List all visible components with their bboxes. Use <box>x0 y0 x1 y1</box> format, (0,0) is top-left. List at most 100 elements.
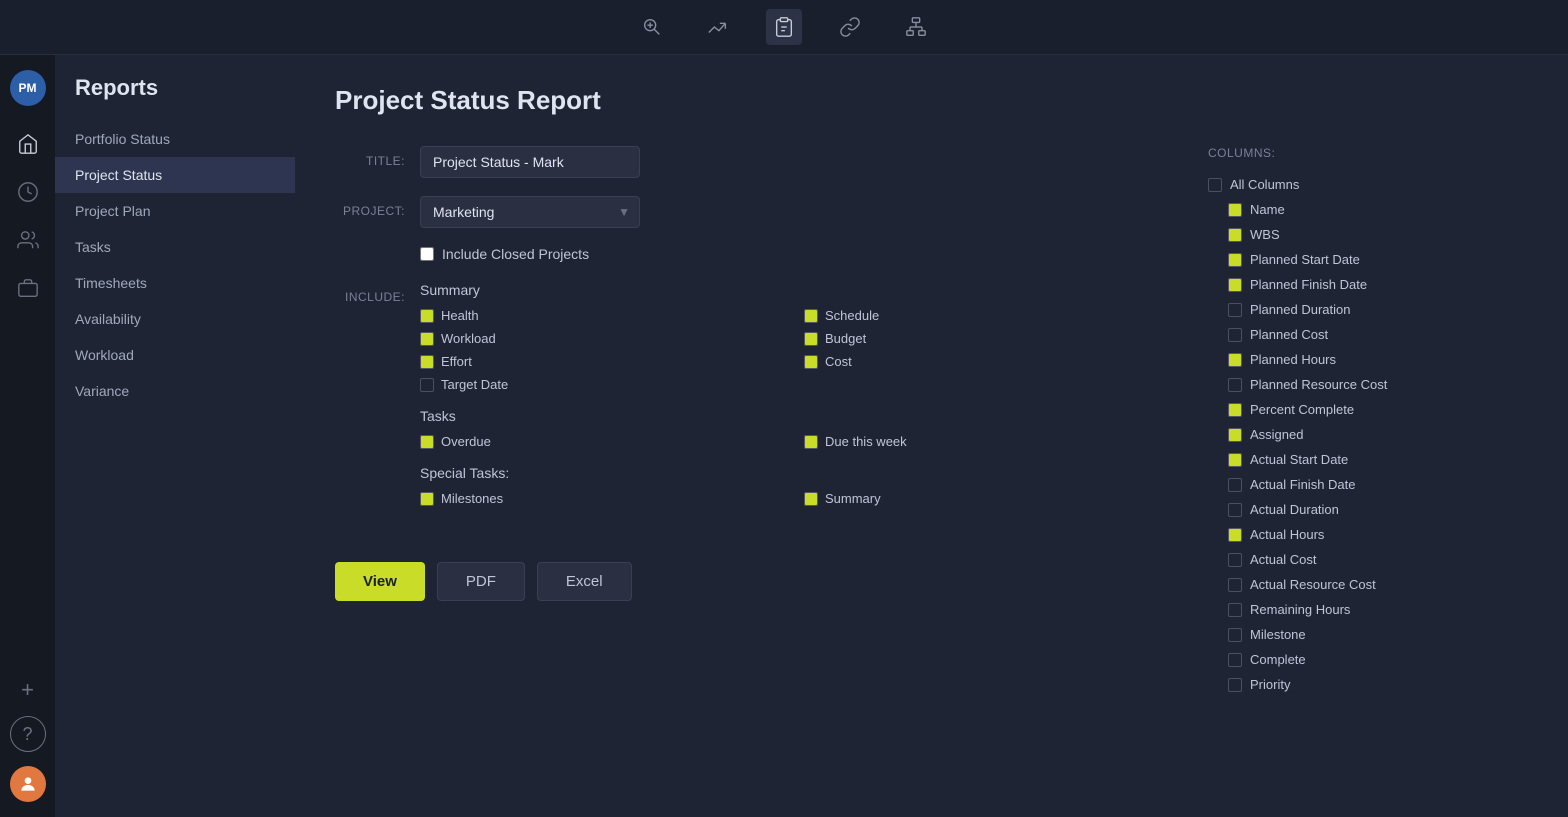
planned-finish-date-checkbox[interactable] <box>1228 278 1242 292</box>
cb-overdue: Overdue <box>420 434 784 449</box>
excel-button[interactable]: Excel <box>537 562 632 601</box>
pdf-button[interactable]: PDF <box>437 562 525 601</box>
actual-duration-checkbox[interactable] <box>1228 503 1242 517</box>
name-label: Name <box>1250 202 1285 217</box>
col-item-planned-finish-date: Planned Finish Date <box>1208 272 1523 297</box>
tasks-group-title: Tasks <box>420 408 1168 424</box>
cost-checkbox[interactable] <box>804 355 818 369</box>
cb-effort: Effort <box>420 354 784 369</box>
remaining-hours-label: Remaining Hours <box>1250 602 1350 617</box>
actual-start-date-checkbox[interactable] <box>1228 453 1242 467</box>
assigned-label: Assigned <box>1250 427 1303 442</box>
planned-start-date-checkbox[interactable] <box>1228 253 1242 267</box>
schedule-checkbox[interactable] <box>804 309 818 323</box>
due-this-week-checkbox[interactable] <box>804 435 818 449</box>
nav-people-icon[interactable] <box>8 220 48 260</box>
planned-resource-cost-checkbox[interactable] <box>1228 378 1242 392</box>
effort-checkbox[interactable] <box>420 355 434 369</box>
main-layout: PM <box>0 55 1568 817</box>
wbs-checkbox[interactable] <box>1228 228 1242 242</box>
planned-hours-label: Planned Hours <box>1250 352 1336 367</box>
title-label: TITLE: <box>335 146 405 168</box>
overdue-checkbox[interactable] <box>420 435 434 449</box>
action-buttons: View PDF Excel <box>335 562 1168 601</box>
due-this-week-label: Due this week <box>825 434 907 449</box>
sidebar-item-portfolio-status[interactable]: Portfolio Status <box>55 121 295 157</box>
budget-label: Budget <box>825 331 866 346</box>
special-tasks-group-title: Special Tasks: <box>420 465 1168 481</box>
hierarchy-icon[interactable] <box>898 9 934 45</box>
actual-cost-checkbox[interactable] <box>1228 553 1242 567</box>
milestones-checkbox[interactable] <box>420 492 434 506</box>
title-input[interactable] <box>420 146 640 178</box>
col-item-planned-cost: Planned Cost <box>1208 322 1523 347</box>
sidebar-item-workload[interactable]: Workload <box>55 337 295 373</box>
cb-summary: Summary <box>804 491 1168 506</box>
sidebar-item-tasks[interactable]: Tasks <box>55 229 295 265</box>
actual-finish-date-checkbox[interactable] <box>1228 478 1242 492</box>
nav-home-icon[interactable] <box>8 124 48 164</box>
col-item-actual-finish-date: Actual Finish Date <box>1208 472 1523 497</box>
planned-duration-checkbox[interactable] <box>1228 303 1242 317</box>
summary-checkbox[interactable] <box>804 492 818 506</box>
sidebar-title: Reports <box>55 75 295 121</box>
planned-resource-cost-label: Planned Resource Cost <box>1250 377 1387 392</box>
actual-hours-label: Actual Hours <box>1250 527 1324 542</box>
sidebar-item-project-plan[interactable]: Project Plan <box>55 193 295 229</box>
wbs-label: WBS <box>1250 227 1280 242</box>
project-row: PROJECT: Marketing Development Design Sa… <box>335 196 1168 228</box>
cb-cost: Cost <box>804 354 1168 369</box>
include-closed-checkbox[interactable] <box>420 247 434 261</box>
cb-health: Health <box>420 308 784 323</box>
actual-hours-checkbox[interactable] <box>1228 528 1242 542</box>
sidebar-item-variance[interactable]: Variance <box>55 373 295 409</box>
workload-checkbox[interactable] <box>420 332 434 346</box>
nav-add-icon[interactable]: + <box>10 672 46 708</box>
complete-checkbox[interactable] <box>1228 653 1242 667</box>
planned-cost-label: Planned Cost <box>1250 327 1328 342</box>
nav-history-icon[interactable] <box>8 172 48 212</box>
priority-checkbox[interactable] <box>1228 678 1242 692</box>
planned-cost-checkbox[interactable] <box>1228 328 1242 342</box>
summary-label: Summary <box>825 491 881 506</box>
view-button[interactable]: View <box>335 562 425 601</box>
actual-duration-label: Actual Duration <box>1250 502 1339 517</box>
all-columns-checkbox[interactable] <box>1208 178 1222 192</box>
milestone-checkbox[interactable] <box>1228 628 1242 642</box>
cb-target-date: Target Date <box>420 377 784 392</box>
content-area: Project Status Report TITLE: PROJECT: Ma… <box>295 55 1568 817</box>
col-item-name: Name <box>1208 197 1523 222</box>
percent-complete-checkbox[interactable] <box>1228 403 1242 417</box>
tasks-grid: Overdue Due this week <box>420 434 1168 449</box>
include-closed-row: Include Closed Projects <box>420 246 1168 262</box>
link-icon[interactable] <box>832 9 868 45</box>
target-date-checkbox[interactable] <box>420 378 434 392</box>
nav-help-icon[interactable]: ? <box>10 716 46 752</box>
planned-hours-checkbox[interactable] <box>1228 353 1242 367</box>
all-columns-label: All Columns <box>1230 177 1299 192</box>
sidebar-item-availability[interactable]: Availability <box>55 301 295 337</box>
cb-due-this-week: Due this week <box>804 434 1168 449</box>
sidebar-item-timesheets[interactable]: Timesheets <box>55 265 295 301</box>
search-zoom-icon[interactable] <box>634 9 670 45</box>
assigned-checkbox[interactable] <box>1228 428 1242 442</box>
remaining-hours-checkbox[interactable] <box>1228 603 1242 617</box>
title-row: TITLE: <box>335 146 1168 178</box>
nav-user-avatar[interactable] <box>10 766 46 802</box>
app-logo[interactable]: PM <box>10 70 46 106</box>
budget-checkbox[interactable] <box>804 332 818 346</box>
analytics-icon[interactable] <box>700 9 736 45</box>
columns-section: COLUMNS: All Columns Name <box>1208 146 1528 697</box>
name-checkbox[interactable] <box>1228 203 1242 217</box>
project-select[interactable]: Marketing Development Design Sales <box>420 196 640 228</box>
cost-label: Cost <box>825 354 852 369</box>
workload-label: Workload <box>441 331 496 346</box>
actual-resource-cost-checkbox[interactable] <box>1228 578 1242 592</box>
columns-scroll[interactable]: All Columns Name WBS Pl <box>1208 172 1528 697</box>
clipboard-icon[interactable] <box>766 9 802 45</box>
nav-briefcase-icon[interactable] <box>8 268 48 308</box>
health-checkbox[interactable] <box>420 309 434 323</box>
target-date-label: Target Date <box>441 377 508 392</box>
col-item-planned-duration: Planned Duration <box>1208 297 1523 322</box>
sidebar-item-project-status[interactable]: Project Status <box>55 157 295 193</box>
